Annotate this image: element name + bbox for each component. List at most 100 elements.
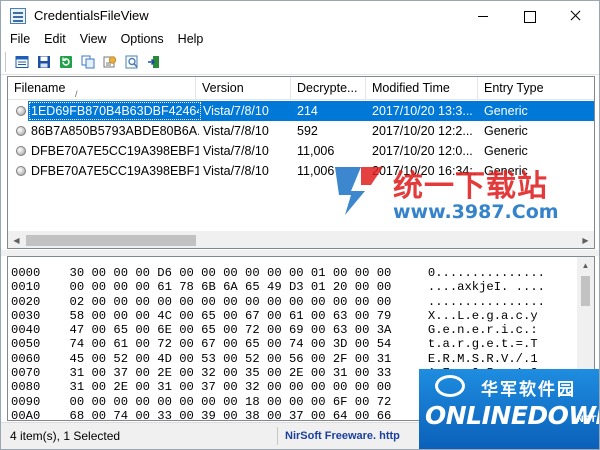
table-row[interactable]: DFBE70A7E5CC19A398EBF1... Vista/7/8/10 1… (8, 161, 594, 181)
cell-modified-time: 2017/10/20 13:3... (372, 104, 473, 118)
hex-offset: 0050 (11, 337, 41, 352)
column-header-decrypted[interactable]: Decrypte... (291, 77, 366, 100)
hex-line: 0050 74 00 61 00 72 00 67 00 65 00 74 00… (11, 337, 545, 351)
hex-ascii: 1...1.7.2...... (427, 380, 538, 395)
hex-bytes: 02 00 00 00 00 00 00 00 00 00 00 00 00 0… (69, 294, 392, 309)
cell-filename: 86B7A850B5793ABDE80B6A... (31, 124, 199, 138)
hex-dump-pane[interactable]: 0000 30 00 00 00 D6 00 00 00 00 00 00 01… (7, 256, 595, 421)
refresh-icon (60, 56, 72, 68)
hex-bytes: 00 00 00 00 00 00 00 00 18 00 00 00 6F 0… (69, 394, 392, 409)
hex-line: 0020 02 00 00 00 00 00 00 00 00 00 00 00… (11, 295, 545, 309)
hex-ascii: ....axkjeI. .... (427, 280, 545, 295)
find-button[interactable] (123, 53, 141, 71)
credentials-list[interactable]: Filename / Version Decrypte... Modified … (7, 76, 595, 249)
toolbar (1, 49, 599, 75)
hex-offset: 0010 (11, 280, 41, 295)
hex-ascii: h.t.3.9.8.7.d.f (427, 408, 538, 421)
exit-button[interactable] (145, 53, 163, 71)
column-header-entry-type[interactable]: Entry Type (478, 77, 594, 100)
cell-version: Vista/7/8/10 (203, 124, 269, 138)
menu-bar: File Edit View Options Help (1, 31, 599, 49)
hex-offset: 0040 (11, 323, 41, 338)
nirsoft-link[interactable]: NirSoft Freeware. http (285, 423, 400, 449)
hex-line: 0030 58 00 00 00 4C 00 65 00 67 00 61 00… (11, 309, 545, 323)
refresh-button[interactable] (57, 53, 75, 71)
hex-ascii: G.e.n.e.r.i.c.: (427, 323, 538, 338)
hex-bytes: 74 00 61 00 72 00 67 00 65 00 74 00 3D 0… (69, 337, 392, 352)
options-icon (103, 56, 117, 68)
hex-bytes: 00 00 00 00 61 78 6B 6A 65 49 D3 01 20 0… (69, 280, 392, 295)
hex-bytes: 58 00 00 00 4C 00 65 00 67 00 61 00 63 0… (69, 308, 392, 323)
save-button[interactable] (35, 53, 53, 71)
app-icon (10, 8, 26, 24)
toolbar-grip[interactable] (5, 52, 8, 72)
cell-version: Vista/7/8/10 (203, 104, 269, 118)
hex-bytes: 47 00 65 00 6E 00 65 00 72 00 69 00 63 0… (69, 323, 392, 338)
menu-help[interactable]: Help (171, 31, 211, 49)
close-button[interactable] (553, 1, 598, 31)
menu-edit[interactable]: Edit (37, 31, 73, 49)
app-window: CredentialsFileView File Edit View Optio… (0, 0, 600, 450)
table-row[interactable]: 86B7A850B5793ABDE80B6A... Vista/7/8/10 5… (8, 121, 594, 141)
hex-ascii: ................ (427, 294, 545, 309)
column-header-version[interactable]: Version (196, 77, 291, 100)
cell-version: Vista/7/8/10 (203, 164, 269, 178)
cell-filename: DFBE70A7E5CC19A398EBF1... (31, 144, 199, 158)
scroll-down-icon[interactable]: ▼ (577, 403, 594, 420)
list-horizontal-scrollbar[interactable]: ◀ ▶ (8, 231, 594, 248)
scroll-up-icon[interactable]: ▲ (577, 257, 594, 274)
cell-modified-time: 2017/10/20 12:2... (372, 124, 473, 138)
scrollbar-thumb[interactable] (26, 235, 196, 246)
properties-button[interactable] (13, 53, 31, 71)
hex-bytes: 30 00 00 00 D6 00 00 00 00 00 00 01 00 0… (69, 266, 392, 280)
hex-bytes: 31 00 2E 00 31 00 37 00 32 00 00 00 00 0… (69, 380, 392, 395)
credential-file-icon (16, 146, 26, 156)
hex-offset: 0020 (11, 294, 41, 309)
save-icon (38, 56, 50, 68)
window-title: CredentialsFileView (34, 8, 149, 23)
column-label: Filename (14, 81, 66, 95)
menu-options[interactable]: Options (114, 31, 171, 49)
hex-ascii: E.R.M.S.R.V./.1 (427, 351, 538, 366)
scrollbar-thumb[interactable] (581, 276, 590, 306)
minimize-button[interactable] (461, 1, 506, 31)
cell-decrypted: 214 (297, 104, 318, 118)
hex-vertical-scrollbar[interactable]: ▲ ▼ (577, 257, 594, 420)
options-button[interactable] (101, 53, 119, 71)
status-item-count: 4 item(s), 1 Selected (10, 429, 121, 443)
hex-line: 0070 31 00 37 00 2E 00 32 00 35 00 2E 00… (11, 366, 545, 380)
hex-line: 0010 00 00 00 00 61 78 6B 6A 65 49 D3 01… (11, 280, 545, 294)
column-header-filename[interactable]: Filename / (8, 77, 196, 100)
hex-bytes: 68 00 74 00 33 00 39 00 38 00 37 00 64 0… (69, 408, 392, 421)
sort-indicator-icon: / (75, 89, 78, 99)
hex-bytes: 45 00 52 00 4D 00 53 00 52 00 56 00 2F 0… (69, 351, 392, 366)
exit-icon (148, 56, 159, 68)
table-row[interactable]: DFBE70A7E5CC19A398EBF1... Vista/7/8/10 1… (8, 141, 594, 161)
credential-file-icon (16, 166, 26, 176)
credential-file-icon (16, 106, 26, 116)
maximize-button[interactable] (507, 1, 552, 31)
hex-line: 0040 47 00 65 00 6E 00 65 00 72 00 69 00… (11, 323, 545, 337)
hex-line: 0060 45 00 52 00 4D 00 53 00 52 00 56 00… (11, 352, 545, 366)
menu-view[interactable]: View (73, 31, 114, 49)
menu-file[interactable]: File (1, 31, 37, 49)
hex-line: 0000 30 00 00 00 D6 00 00 00 00 00 00 01… (11, 266, 545, 280)
hex-bytes: 31 00 37 00 2E 00 32 00 35 00 2E 00 31 0… (69, 366, 392, 381)
table-row[interactable]: 1ED69FB870B4B63DBF42464... Vista/7/8/10 … (8, 101, 594, 121)
cell-modified-time: 2017/10/20 16:34:... (372, 164, 476, 178)
hex-ascii: 0............... (427, 266, 545, 280)
cell-filename: 1ED69FB870B4B63DBF42464... (31, 104, 199, 118)
hex-offset: 0090 (11, 394, 41, 409)
copy-button[interactable] (79, 53, 97, 71)
scroll-left-icon[interactable]: ◀ (8, 232, 25, 248)
hex-offset: 0030 (11, 308, 41, 323)
hex-line: 0080 31 00 2E 00 31 00 37 00 32 00 00 00… (11, 380, 545, 394)
cell-decrypted: 11,006 (297, 144, 335, 158)
hex-offset: 0070 (11, 366, 41, 381)
column-header-modified-time[interactable]: Modified Time (366, 77, 478, 100)
scroll-right-icon[interactable]: ▶ (577, 232, 594, 248)
hex-ascii: ............o.r (427, 394, 538, 409)
credential-file-icon (16, 126, 26, 136)
cell-decrypted: 592 (297, 124, 318, 138)
status-bar: 4 item(s), 1 Selected NirSoft Freeware. … (1, 422, 599, 449)
